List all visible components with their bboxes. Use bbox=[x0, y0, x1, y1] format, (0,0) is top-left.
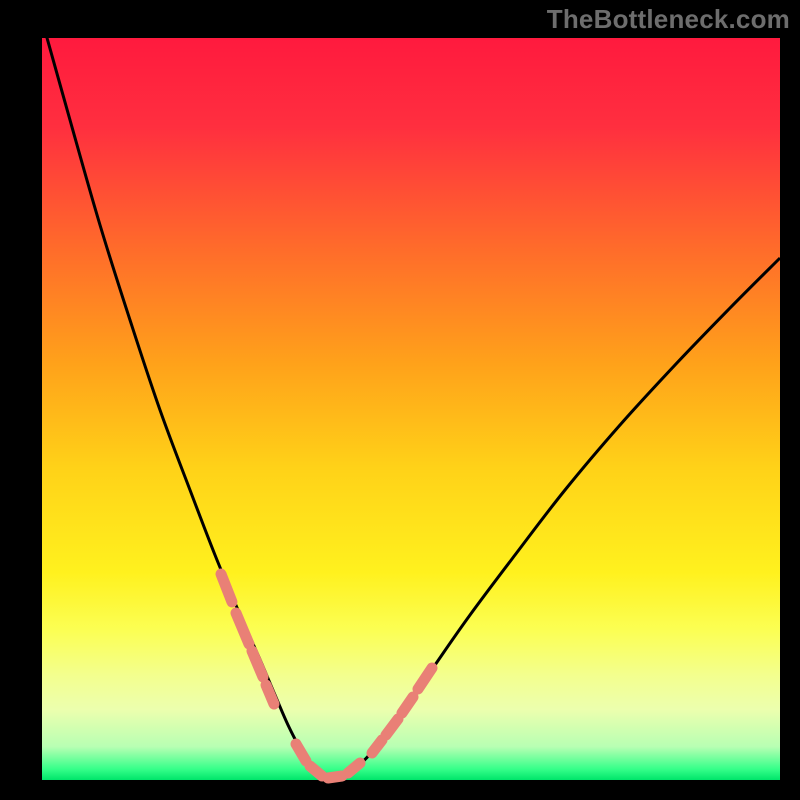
highlight-dash bbox=[266, 685, 274, 704]
highlight-dash bbox=[310, 766, 322, 776]
highlight-dash bbox=[348, 763, 360, 773]
highlight-dash bbox=[328, 776, 342, 778]
plot-background bbox=[42, 38, 780, 780]
bottleneck-chart bbox=[0, 0, 800, 800]
chart-frame: TheBottleneck.com bbox=[0, 0, 800, 800]
